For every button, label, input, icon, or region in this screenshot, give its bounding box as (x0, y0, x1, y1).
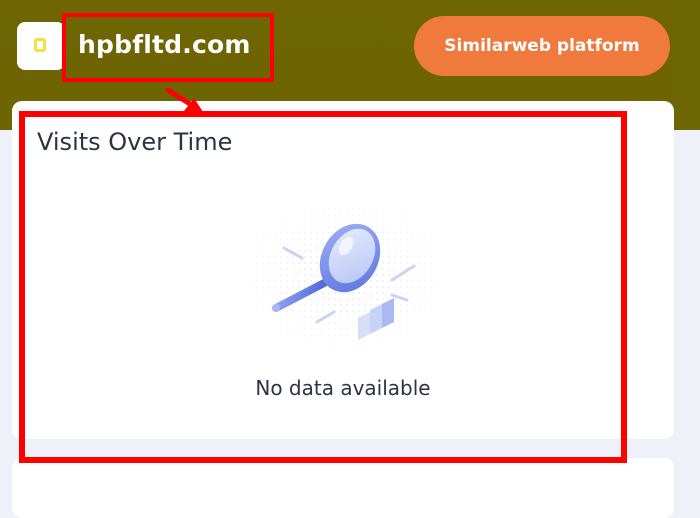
header-strip (672, 0, 700, 130)
card-title: Visits Over Time (37, 128, 233, 156)
next-card (12, 458, 674, 518)
empty-state-text: No data available (255, 376, 431, 400)
domain-title: hpbfltd.com (78, 30, 251, 59)
site-logo (17, 22, 65, 70)
square-logo-icon (34, 38, 46, 52)
similarweb-platform-button[interactable]: Similarweb platform (414, 16, 670, 76)
magnifier-illustration-icon (242, 200, 447, 350)
